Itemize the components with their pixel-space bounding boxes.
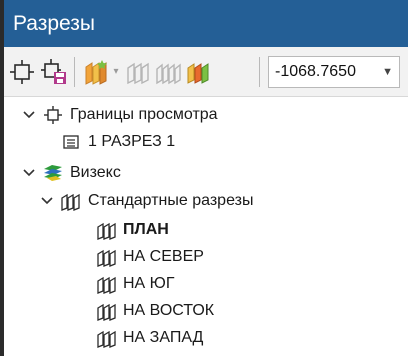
section-planes-icon <box>96 246 118 268</box>
view-bounds-icon[interactable] <box>8 58 36 86</box>
layers-icon <box>42 162 64 184</box>
section-planes-icon <box>96 327 118 349</box>
panel-title: Разрезы <box>4 0 408 47</box>
tree-node-standard-sections[interactable]: Стандартные разрезы <box>4 188 408 214</box>
section-planes-icon <box>60 190 82 212</box>
tree-item-plan[interactable]: ПЛАН <box>4 217 408 243</box>
section-planes-icon <box>96 273 118 295</box>
view-bounds-icon <box>42 104 64 126</box>
sections-panel: Разрезы ▾ -1068.7650 ▼ Границы просмотра… <box>4 0 408 356</box>
tree-item-label: ПЛАН <box>123 221 169 238</box>
sections-tree: Границы просмотра 1 РАЗРЕЗ 1 Визекс Стан… <box>4 97 408 356</box>
section-planes-icon <box>96 300 118 322</box>
chevron-down-icon[interactable] <box>22 106 36 124</box>
tree-item-label: НА ЮГ <box>123 275 175 292</box>
tree-item-east[interactable]: НА ВОСТОК <box>4 298 408 324</box>
section-gray-2-icon[interactable] <box>154 58 182 86</box>
toolbar-separator <box>74 57 75 87</box>
tree-item-label: 1 РАЗРЕЗ 1 <box>88 133 176 150</box>
elevation-value: -1068.7650 <box>275 63 356 80</box>
section-gray-icon[interactable] <box>124 58 152 86</box>
new-section-dropdown[interactable]: ▾ <box>111 58 121 86</box>
elevation-combobox[interactable]: -1068.7650 ▼ <box>268 56 400 88</box>
tree-node-label: Границы просмотра <box>70 106 218 123</box>
section-color-icon[interactable] <box>184 58 212 86</box>
list-icon <box>60 131 82 153</box>
toolbar-separator <box>259 57 260 87</box>
section-planes-icon <box>96 219 118 241</box>
chevron-down-icon[interactable]: ▼ <box>382 57 393 87</box>
tree-item-north[interactable]: НА СЕВЕР <box>4 244 408 270</box>
tree-node-label: Стандартные разрезы <box>88 192 254 209</box>
tree-item-label: НА ВОСТОК <box>123 302 215 319</box>
chevron-down-icon[interactable] <box>40 192 54 210</box>
view-bounds-save-icon[interactable] <box>40 58 68 86</box>
tree-item-label: НА СЕВЕР <box>123 248 204 265</box>
tree-node-view-bounds[interactable]: Границы просмотра <box>4 102 408 128</box>
new-section-icon[interactable] <box>82 58 110 86</box>
tree-item-west[interactable]: НА ЗАПАД <box>4 325 408 351</box>
tree-item-section[interactable]: 1 РАЗРЕЗ 1 <box>4 129 408 155</box>
tree-item-south[interactable]: НА ЮГ <box>4 271 408 297</box>
tree-item-label: НА ЗАПАД <box>123 329 204 346</box>
tree-node-project[interactable]: Визекс <box>4 160 408 186</box>
tree-node-label: Визекс <box>70 164 121 181</box>
toolbar: ▾ -1068.7650 ▼ <box>4 47 408 97</box>
chevron-down-icon[interactable] <box>22 164 36 182</box>
